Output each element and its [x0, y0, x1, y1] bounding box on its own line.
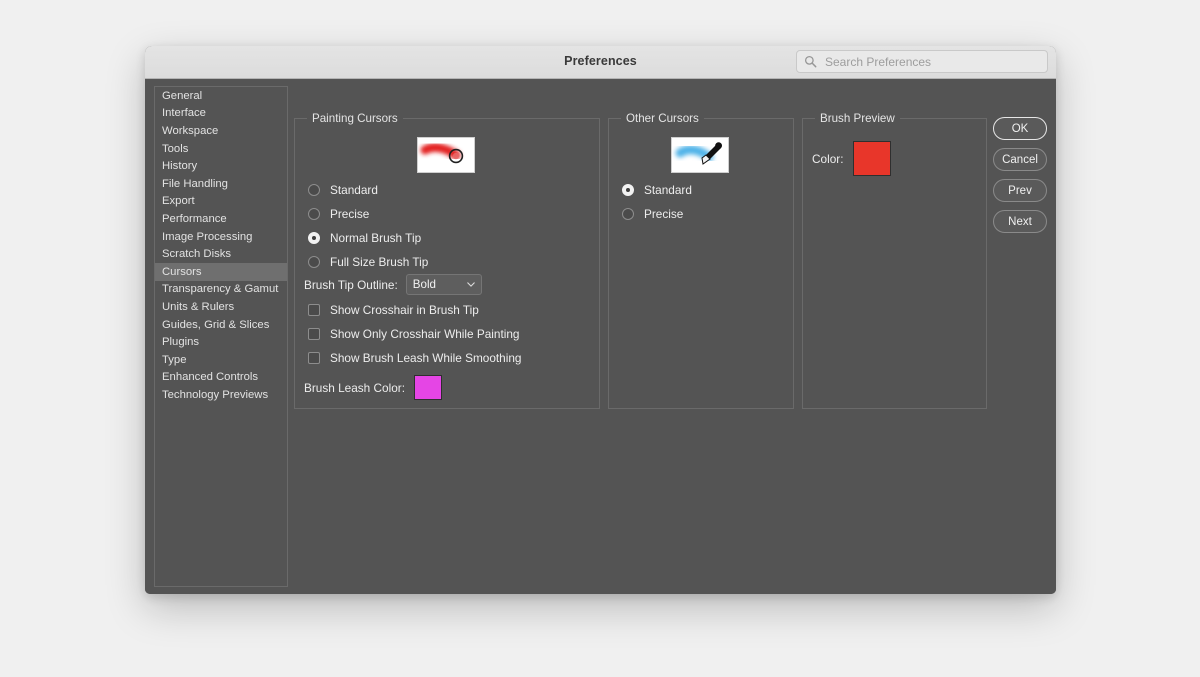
- sidebar-item-label: Guides, Grid & Slices: [162, 318, 270, 331]
- sidebar-item-units-rulers[interactable]: Units & Rulers: [155, 298, 287, 316]
- search-input[interactable]: [823, 53, 1040, 70]
- sidebar-item-workspace[interactable]: Workspace: [155, 122, 287, 140]
- other-cursors-title: Other Cursors: [621, 112, 704, 125]
- eyedropper-cursor-icon: [675, 142, 722, 165]
- ok-button[interactable]: OK: [993, 117, 1047, 140]
- radio-indicator: [622, 208, 634, 220]
- sidebar-item-general[interactable]: General: [155, 87, 287, 105]
- radio-indicator: [308, 256, 320, 268]
- preferences-dialog: Preferences General Interface Workspace …: [145, 46, 1056, 594]
- sidebar-item-label: Cursors: [162, 265, 202, 278]
- prev-button[interactable]: Prev: [993, 179, 1047, 202]
- sidebar-item-scratch-disks[interactable]: Scratch Disks: [155, 245, 287, 263]
- sidebar-item-type[interactable]: Type: [155, 351, 287, 369]
- radio-label: Precise: [330, 207, 370, 221]
- radio-label: Standard: [644, 183, 692, 197]
- brush-preview-color-label: Color:: [812, 151, 844, 166]
- painting-cursors-title: Painting Cursors: [307, 112, 403, 125]
- sidebar-item-label: Technology Previews: [162, 388, 269, 401]
- brush-tip-outline-value: Bold: [412, 278, 436, 291]
- category-sidebar[interactable]: General Interface Workspace Tools Histor…: [154, 86, 288, 587]
- chevron-down-icon: [467, 282, 475, 287]
- screen: Preferences General Interface Workspace …: [0, 0, 1200, 677]
- radio-label: Standard: [330, 183, 378, 197]
- checkbox-label: Show Brush Leash While Smoothing: [330, 351, 522, 365]
- dialog-body: General Interface Workspace Tools Histor…: [145, 79, 1056, 594]
- brush-preview-color-row: Color:: [812, 141, 892, 176]
- sidebar-item-enhanced-controls[interactable]: Enhanced Controls: [155, 369, 287, 387]
- other-cursor-preview-thumbnail: [671, 137, 729, 173]
- search-icon: [804, 55, 817, 68]
- radio-label: Full Size Brush Tip: [330, 255, 429, 269]
- radio-indicator: [308, 232, 320, 244]
- sidebar-item-label: Tools: [162, 142, 189, 155]
- sidebar-item-plugins[interactable]: Plugins: [155, 333, 287, 351]
- radio-painting-normal-brush-tip[interactable]: Normal Brush Tip: [308, 231, 421, 245]
- sidebar-item-export[interactable]: Export: [155, 193, 287, 211]
- sidebar-item-label: Performance: [162, 212, 227, 225]
- brush-leash-color-swatch[interactable]: [413, 375, 442, 400]
- sidebar-item-label: Enhanced Controls: [162, 371, 259, 384]
- sidebar-item-label: Scratch Disks: [162, 248, 232, 261]
- sidebar-item-interface[interactable]: Interface: [155, 105, 287, 123]
- red-brush-stroke-icon: [420, 143, 464, 164]
- sidebar-item-label: Transparency & Gamut: [162, 283, 279, 296]
- brush-tip-outline-select[interactable]: Bold: [405, 274, 482, 295]
- checkbox-indicator: [308, 328, 320, 340]
- sidebar-item-label: Plugins: [162, 336, 200, 349]
- radio-painting-precise[interactable]: Precise: [308, 207, 369, 221]
- sidebar-item-label: Image Processing: [162, 230, 253, 243]
- brush-preview-color-swatch[interactable]: [853, 141, 892, 176]
- radio-indicator: [622, 184, 634, 196]
- dialog-button-column: OK Cancel Prev Next: [993, 117, 1049, 241]
- checkbox-indicator: [308, 352, 320, 364]
- sidebar-item-transparency-gamut[interactable]: Transparency & Gamut: [155, 281, 287, 299]
- search-field[interactable]: [796, 50, 1048, 73]
- radio-other-precise[interactable]: Precise: [622, 207, 683, 221]
- sidebar-item-label: File Handling: [162, 177, 228, 190]
- sidebar-item-cursors[interactable]: Cursors: [155, 262, 287, 281]
- radio-label: Normal Brush Tip: [330, 231, 422, 245]
- sidebar-item-label: Units & Rulers: [162, 300, 235, 313]
- radio-other-standard[interactable]: Standard: [622, 183, 692, 197]
- sidebar-item-performance[interactable]: Performance: [155, 210, 287, 228]
- brush-tip-outline-label: Brush Tip Outline:: [304, 277, 398, 292]
- sidebar-item-label: Type: [162, 353, 187, 366]
- brush-preview-group: Brush Preview Color:: [802, 112, 987, 409]
- checkbox-show-crosshair-in-brush-tip[interactable]: Show Crosshair in Brush Tip: [308, 303, 479, 317]
- sidebar-item-guides-grid-slices[interactable]: Guides, Grid & Slices: [155, 316, 287, 334]
- sidebar-item-label: Interface: [162, 107, 206, 120]
- brush-preview-title: Brush Preview: [815, 112, 900, 125]
- sidebar-item-technology-previews[interactable]: Technology Previews: [155, 386, 287, 404]
- painting-cursor-preview-thumbnail: [417, 137, 475, 173]
- radio-label: Precise: [644, 207, 684, 221]
- checkbox-label: Show Only Crosshair While Painting: [330, 327, 520, 341]
- checkbox-show-only-crosshair-while-painting[interactable]: Show Only Crosshair While Painting: [308, 327, 519, 341]
- sidebar-item-label: Export: [162, 195, 195, 208]
- radio-indicator: [308, 184, 320, 196]
- dialog-titlebar: Preferences: [145, 46, 1056, 79]
- cancel-button[interactable]: Cancel: [993, 148, 1047, 171]
- sidebar-item-label: History: [162, 160, 198, 173]
- sidebar-item-label: General: [162, 89, 203, 102]
- sidebar-item-history[interactable]: History: [155, 157, 287, 175]
- radio-indicator: [308, 208, 320, 220]
- checkbox-label: Show Crosshair in Brush Tip: [330, 303, 479, 317]
- sidebar-item-file-handling[interactable]: File Handling: [155, 175, 287, 193]
- checkbox-show-brush-leash-while-smoothing[interactable]: Show Brush Leash While Smoothing: [308, 351, 521, 365]
- sidebar-item-image-processing[interactable]: Image Processing: [155, 228, 287, 246]
- brush-leash-color-label: Brush Leash Color:: [304, 380, 405, 395]
- radio-painting-standard[interactable]: Standard: [308, 183, 378, 197]
- next-button[interactable]: Next: [993, 210, 1047, 233]
- other-cursors-group: Other Cursors Standard Precise: [608, 112, 794, 409]
- brush-tip-outline-row: Brush Tip Outline: Bold: [304, 274, 482, 295]
- brush-leash-color-row: Brush Leash Color:: [304, 375, 442, 400]
- sidebar-item-label: Workspace: [162, 124, 219, 137]
- painting-cursors-group: Painting Cursors Standard Precise Normal…: [294, 112, 600, 409]
- radio-painting-full-size-brush-tip[interactable]: Full Size Brush Tip: [308, 255, 428, 269]
- checkbox-indicator: [308, 304, 320, 316]
- sidebar-item-tools[interactable]: Tools: [155, 140, 287, 158]
